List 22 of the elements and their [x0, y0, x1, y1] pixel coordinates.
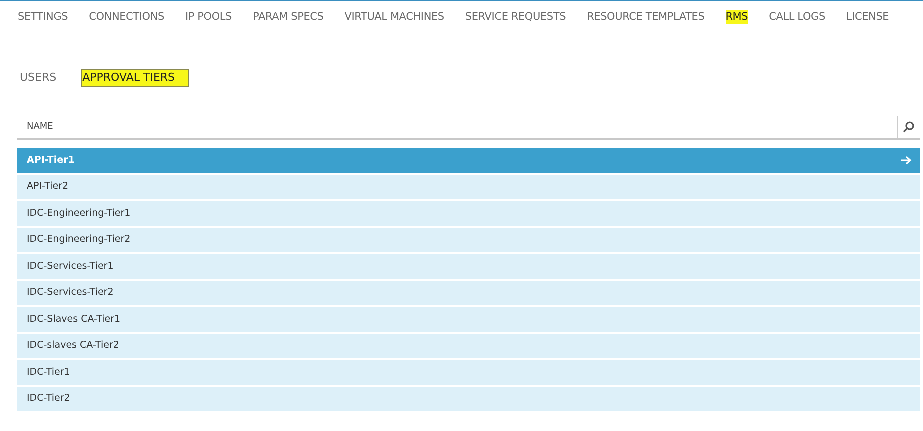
- table-row[interactable]: IDC-Services-Tier1: [17, 254, 920, 278]
- nav-tab[interactable]: USERS: [18, 69, 59, 87]
- nav-tab[interactable]: RESOURCE TEMPLATES: [587, 10, 705, 24]
- table-row[interactable]: IDC-Tier1: [17, 360, 920, 384]
- nav-tab[interactable]: CONNECTIONS: [89, 10, 164, 24]
- nav-tab[interactable]: LICENSE: [846, 10, 890, 24]
- table-row[interactable]: IDC-Tier2: [17, 386, 920, 411]
- table-row[interactable]: IDC-Engineering-Tier2: [17, 228, 920, 252]
- table-row[interactable]: IDC-slaves CA-Tier2: [17, 334, 920, 358]
- nav-tab[interactable]: SETTINGS: [18, 10, 68, 24]
- nav-tab[interactable]: VIRTUAL MACHINES: [344, 10, 444, 24]
- nav-tab[interactable]: RMS: [726, 10, 748, 24]
- nav-tab[interactable]: SERVICE REQUESTS: [465, 10, 566, 24]
- table-row[interactable]: IDC-Engineering-Tier1: [17, 201, 920, 226]
- table-row[interactable]: IDC-Services-Tier2: [17, 280, 920, 305]
- column-header[interactable]: NAME: [17, 122, 897, 132]
- nav-tab[interactable]: CALL LOGS: [769, 10, 826, 24]
- nav-tab[interactable]: APPROVAL TIERS: [80, 69, 190, 87]
- table-row[interactable]: IDC-Slaves CA-Tier1: [17, 307, 920, 332]
- nav-tab[interactable]: IP POOLS: [185, 10, 232, 24]
- nav-tab[interactable]: PARAM SPECS: [253, 10, 324, 24]
- table-row[interactable]: API-Tier2: [17, 174, 920, 199]
